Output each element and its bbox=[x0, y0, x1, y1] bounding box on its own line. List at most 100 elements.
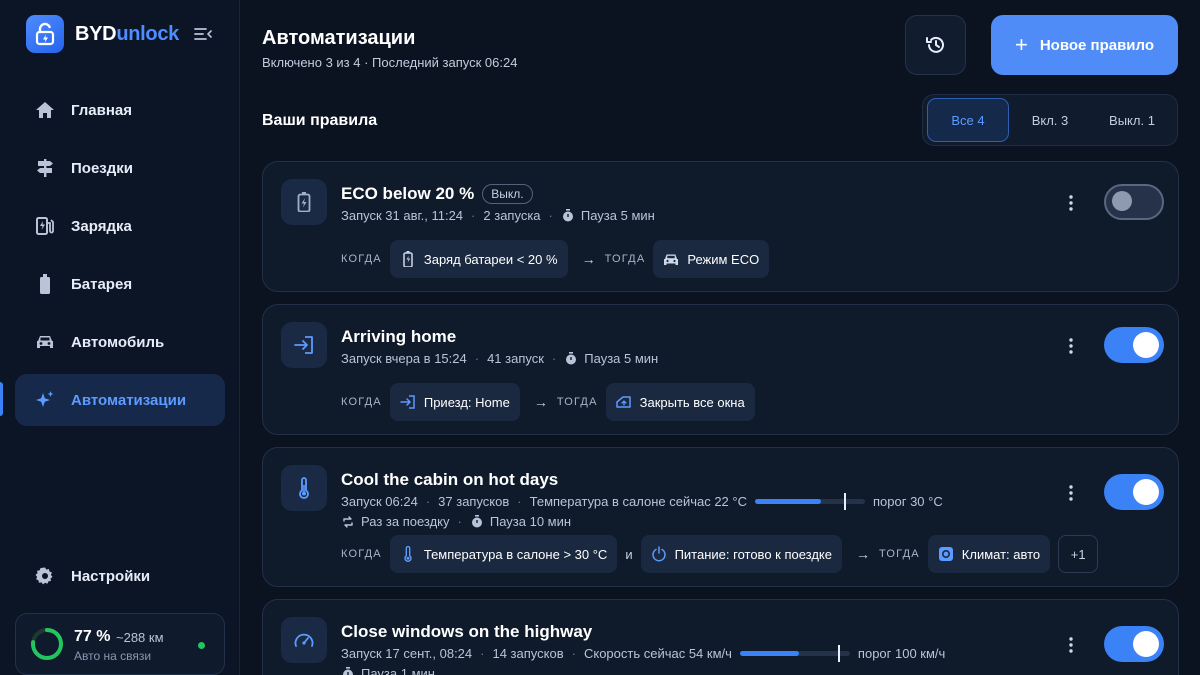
rule-title: Arriving home bbox=[341, 327, 456, 347]
rule-chain: КОГДА Температура в салоне > 30 °C и Пит… bbox=[341, 535, 1099, 573]
rule-title-text: ECO below 20 % bbox=[341, 184, 475, 203]
window-icon bbox=[615, 394, 632, 410]
run-count: 14 запусков bbox=[492, 646, 564, 661]
pause: Пауза 5 мин bbox=[580, 208, 655, 223]
chip-label: Приезд: Home bbox=[423, 394, 510, 410]
more-options-icon[interactable] bbox=[1059, 191, 1083, 215]
more-options-icon[interactable] bbox=[1059, 481, 1083, 505]
ev-station-icon bbox=[34, 215, 56, 237]
rule-meta: Запуск 17 сент., 08:24 · 14 запусков · Ско… bbox=[341, 645, 945, 662]
rule-toggle[interactable] bbox=[1104, 327, 1164, 363]
sidebar-item-label: Зарядка bbox=[71, 217, 132, 235]
threshold: порог 30 °C bbox=[872, 494, 943, 509]
when-keyword: КОГДА bbox=[341, 548, 382, 560]
sidebar-item-vehicle[interactable]: Автомобиль bbox=[15, 316, 225, 368]
progress-fill bbox=[739, 651, 800, 656]
arrow-right-icon: → bbox=[533, 394, 548, 410]
unlock-logo-icon bbox=[26, 15, 64, 53]
vehicle-status-card[interactable]: 77 % ~288 км Авто на связи bbox=[15, 613, 225, 675]
rule-card[interactable]: ECO below 20 % Выкл. Запуск 31 авг., 11:2… bbox=[262, 161, 1179, 292]
history-button[interactable] bbox=[905, 15, 966, 75]
then-keyword: ТОГДА bbox=[604, 253, 646, 265]
rule-meta-secondary: Пауза 1 мин bbox=[341, 666, 435, 675]
rule-chain: КОГДА Заряд батареи < 20 % → ТОГДА Режим… bbox=[341, 240, 770, 278]
timer-icon bbox=[561, 209, 575, 223]
filter-all[interactable]: Все 4 bbox=[927, 98, 1009, 142]
conjunction: и bbox=[625, 546, 633, 562]
action-chip[interactable]: Режим ECO bbox=[653, 240, 770, 278]
condition-chip[interactable]: Приезд: Home bbox=[389, 383, 520, 421]
more-actions-chip[interactable]: +1 bbox=[1058, 535, 1099, 573]
rule-toggle[interactable] bbox=[1104, 184, 1164, 220]
chip-label: Климат: авто bbox=[961, 546, 1041, 562]
rule-meta: Запуск 06:24 · 37 запусков · Температура в… bbox=[341, 493, 943, 510]
rule-title: Cool the cabin on hot days bbox=[341, 470, 558, 490]
online-indicator bbox=[198, 642, 205, 649]
rule-title-text: Close windows on the highway bbox=[341, 622, 593, 641]
page-title: Автоматизации bbox=[262, 27, 416, 49]
rule-title-text: Cool the cabin on hot days bbox=[341, 470, 559, 489]
action-chip[interactable]: Закрыть все окна bbox=[605, 383, 755, 421]
toggle-knob bbox=[1112, 191, 1132, 211]
filter-enabled[interactable]: Вкл. 3 bbox=[1009, 98, 1091, 142]
then-keyword: ТОГДА bbox=[879, 548, 920, 560]
last-run: Запуск вчера в 15:24 bbox=[341, 351, 467, 366]
toggle-knob bbox=[1133, 631, 1159, 657]
separator-dot: · bbox=[425, 494, 431, 509]
sensor-reading: Температура в салоне сейчас 22 °C bbox=[529, 494, 747, 509]
rule-toggle[interactable] bbox=[1104, 626, 1164, 662]
threshold-marker bbox=[844, 493, 847, 510]
car-icon bbox=[34, 331, 56, 353]
brand[interactable]: BYDunlock bbox=[26, 15, 179, 53]
rule-card[interactable]: Arriving home Запуск вчера в 15:24 · 41 з… bbox=[262, 304, 1179, 435]
timer-icon bbox=[564, 352, 578, 366]
rule-meta: Запуск 31 авг., 11:24 · 2 запуска · Пауза … bbox=[341, 208, 655, 223]
rule-title-text: Arriving home bbox=[341, 327, 457, 346]
rule-meta: Запуск вчера в 15:24 · 41 запуск · Пауза 5… bbox=[341, 351, 658, 366]
rule-chain: КОГДА Приезд: Home → ТОГДА Закрыть все о… bbox=[341, 383, 755, 421]
condition-chip[interactable]: Температура в салоне > 30 °C bbox=[389, 535, 618, 573]
rule-title: Close windows on the highway bbox=[341, 622, 592, 642]
condition-chip[interactable]: Питание: готово к поездке bbox=[640, 535, 842, 573]
sidebar-item-settings[interactable]: Настройки bbox=[15, 550, 225, 602]
plus-icon: + bbox=[1014, 32, 1028, 57]
charge-percent: 77 % bbox=[74, 628, 111, 645]
range-estimate: ~288 км bbox=[116, 630, 164, 645]
rule-card[interactable]: Cool the cabin on hot days Запуск 06:24 ·… bbox=[262, 447, 1179, 587]
more-options-icon[interactable] bbox=[1059, 633, 1083, 657]
timer-icon bbox=[470, 515, 484, 529]
separator-dot: · bbox=[517, 494, 522, 509]
condition-chip[interactable]: Заряд батареи < 20 % bbox=[389, 240, 568, 278]
sensor-progress-bar bbox=[739, 645, 850, 662]
collapse-sidebar-button[interactable] bbox=[194, 26, 212, 42]
more-options-icon[interactable] bbox=[1059, 334, 1083, 358]
climate-icon bbox=[938, 546, 954, 562]
sidebar-item-battery[interactable]: Батарея bbox=[15, 258, 225, 310]
chip-label: Режим ECO bbox=[687, 251, 760, 267]
chip-label: Температура в салоне > 30 °C bbox=[423, 546, 608, 562]
battery-icon bbox=[34, 273, 56, 295]
sidebar-item-charging[interactable]: Зарядка bbox=[15, 200, 225, 252]
sidebar-item-automations[interactable]: Автоматизации bbox=[15, 374, 225, 426]
login-icon bbox=[400, 394, 416, 410]
sidebar-item-label: Автомобиль bbox=[71, 333, 165, 351]
sensor-reading: Скорость сейчас 54 км/ч bbox=[583, 646, 732, 661]
brand-name: BYDunlock bbox=[75, 23, 179, 46]
rule-card[interactable]: Close windows on the highway Запуск 17 с… bbox=[262, 599, 1179, 675]
new-rule-button[interactable]: + Новое правило bbox=[991, 15, 1178, 75]
chip-label: Питание: готово к поездке bbox=[674, 546, 832, 562]
thermometer-icon bbox=[281, 465, 327, 511]
menu-collapse-icon bbox=[194, 28, 212, 40]
threshold-marker bbox=[837, 645, 840, 662]
page-subtitle: Включено 3 из 4 · Последний запуск 06:24 bbox=[262, 55, 518, 70]
rule-toggle[interactable] bbox=[1104, 474, 1164, 510]
brand-name-part2: unlock bbox=[116, 22, 179, 45]
action-chip[interactable]: Климат: авто bbox=[927, 535, 1051, 573]
filter-disabled[interactable]: Выкл. 1 bbox=[1091, 98, 1173, 142]
run-count: 37 запусков bbox=[438, 494, 510, 509]
separator-dot: · bbox=[571, 646, 576, 661]
sidebar-item-trips[interactable]: Поездки bbox=[15, 142, 225, 194]
arrow-right-icon: → bbox=[581, 251, 596, 267]
sidebar-item-home[interactable]: Главная bbox=[15, 84, 225, 136]
separator-dot: · bbox=[480, 646, 485, 661]
